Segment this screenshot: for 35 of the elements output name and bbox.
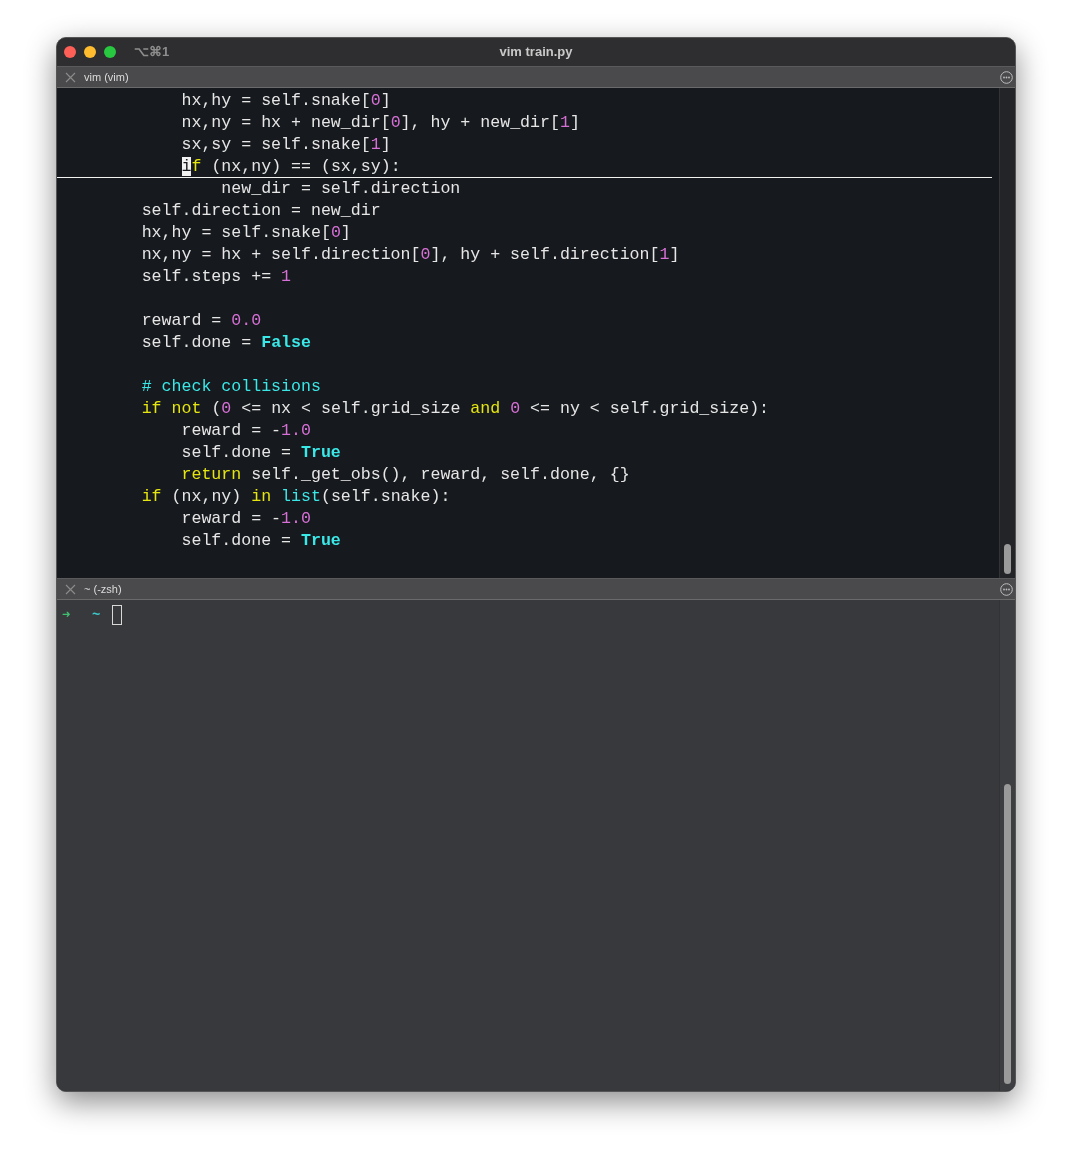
code-line: if (nx,ny) == (sx,sy): [57,156,992,178]
code-line: if not (0 <= nx < self.grid_size and 0 <= ny < self.grid_size): [140,398,771,420]
more-icon[interactable] [1000,582,1013,596]
close-icon[interactable] [65,583,76,595]
scrollbar[interactable] [999,88,1015,578]
pane-title: ~ (-zsh) [84,581,122,597]
window-title: vim train.py [499,44,573,60]
text-cursor [112,605,122,625]
tab-shortcut: ⌥⌘1 [134,43,170,62]
zoom-button[interactable] [104,46,116,58]
minimize-button[interactable] [84,46,96,58]
close-button[interactable] [64,46,76,58]
close-icon[interactable] [65,71,76,83]
code-line: self.steps += 1 [140,266,293,288]
code-line: reward = -1.0 [180,508,312,530]
pane-title: vim (vim) [84,69,129,85]
code-line: nx,ny = hx + new_dir[0], hy + new_dir[1] [180,112,581,134]
prompt-arrow: ➜ [62,605,72,625]
code-line: self.direction = new_dir [140,200,382,222]
code-line: new_dir = self.direction [220,178,462,200]
code-line: nx,ny = hx + self.direction[0], hy + self.direction[1] [140,244,681,266]
code-line: self.done = False [140,332,312,354]
prompt-directory: ~ [92,605,102,625]
code-line: sx,sy = self.snake[1] [180,134,392,156]
code-line: hx,hy = self.snake[0] [180,90,392,112]
code-line: reward = -1.0 [180,420,312,442]
code-line: hx,hy = self.snake[0] [140,222,352,244]
code-line: if (nx,ny) in list(self.snake): [140,486,452,508]
scrollbar[interactable] [999,600,1015,1091]
more-icon[interactable] [1000,70,1013,84]
code-line: reward = 0.0 [140,310,263,332]
code-line: # check collisions [140,376,322,398]
code-line: return self._get_obs(), reward, self.done, {} [180,464,631,486]
code-line: self.done = True [180,530,342,552]
code-line: self.done = True [180,442,342,464]
